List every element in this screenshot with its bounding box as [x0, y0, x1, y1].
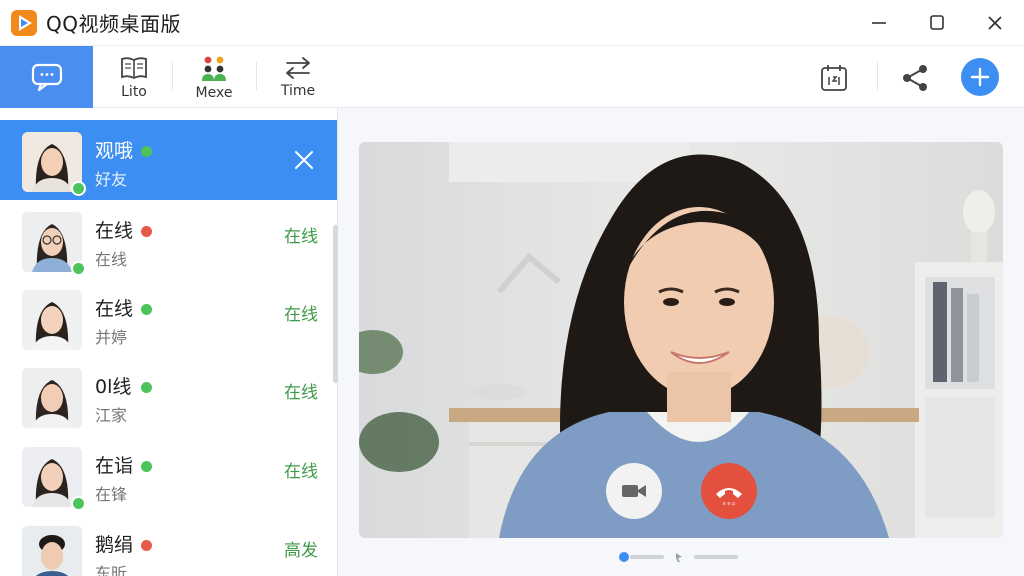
avatar — [22, 290, 82, 350]
contact-name: 在诣 — [95, 455, 134, 477]
contact-status: 在线 — [284, 462, 318, 482]
contact-name: 观哦 — [95, 140, 134, 162]
contact-item[interactable]: 0l线 江家 在线 — [0, 356, 337, 436]
tab-mexe-label: Mexe — [195, 84, 233, 101]
pager-track — [630, 555, 664, 559]
presence-dot — [141, 461, 152, 472]
contact-list: 观哦 好友 在线 在线 在线 在线 并婷 在线 0l线 江家 在线 在诣 在锋 … — [0, 108, 338, 576]
chat-bubble-icon — [31, 63, 62, 92]
hang-up-phone-icon — [716, 488, 742, 498]
contact-status: 在线 — [284, 305, 318, 325]
contact-item[interactable]: 在线 在线 在线 — [0, 200, 337, 280]
main-toolbar: Lito Mexe Time — [0, 46, 1024, 108]
avatar — [22, 368, 82, 428]
remote-video-image — [359, 142, 1003, 538]
cursor-icon — [676, 553, 682, 562]
avatar — [22, 212, 86, 276]
contact-item[interactable]: 在线 并婷 在线 — [0, 278, 337, 358]
tab-lito[interactable]: Lito — [92, 46, 176, 108]
tab-lito-label: Lito — [121, 83, 147, 100]
online-status-dot — [71, 261, 86, 276]
presence-dot — [141, 540, 152, 551]
window-controls — [850, 0, 1024, 46]
title-bar: QQ视频桌面版 — [0, 0, 1024, 46]
pager-track — [694, 555, 738, 559]
contact-name: 鹅绢 — [95, 534, 134, 556]
tab-time-label: Time — [280, 82, 316, 99]
presence-dot — [141, 226, 152, 237]
contact-subtitle: 在锋 — [95, 485, 128, 504]
close-icon[interactable] — [292, 148, 316, 172]
presence-dot — [141, 382, 152, 393]
tab-chat[interactable] — [0, 46, 93, 108]
presence-dot — [141, 304, 152, 315]
contact-name: 在线 — [95, 298, 134, 320]
avatar-woman-icon — [22, 290, 82, 350]
schedule-button[interactable] — [814, 58, 854, 98]
close-icon — [988, 16, 1002, 30]
tab-mexe[interactable]: Mexe — [172, 46, 256, 108]
avatar-man-icon — [22, 526, 82, 576]
toolbar-divider — [877, 62, 878, 90]
toggle-camera-button[interactable] — [606, 463, 662, 519]
contact-subtitle: 在线 — [95, 250, 128, 269]
plus-icon — [970, 67, 990, 87]
share-icon — [903, 65, 927, 91]
people-icon — [202, 56, 226, 81]
add-button[interactable] — [961, 58, 999, 96]
swap-arrows-icon — [286, 56, 310, 79]
contact-item[interactable]: 鹅绢 东昕 高发 — [0, 514, 337, 576]
avatar — [22, 132, 86, 196]
contact-status: 在线 — [284, 227, 318, 247]
calendar-icon — [821, 65, 847, 91]
contact-subtitle: 好友 — [95, 170, 128, 189]
online-status-dot — [71, 496, 86, 511]
share-button[interactable] — [895, 58, 935, 98]
video-feed — [359, 142, 1003, 538]
close-window-button[interactable] — [966, 0, 1024, 46]
minimize-button[interactable] — [850, 0, 908, 46]
window-title: QQ视频桌面版 — [46, 12, 181, 36]
contact-subtitle: 江家 — [95, 406, 128, 425]
end-call-label: e e p — [722, 501, 736, 507]
contact-status: 高发 — [284, 541, 318, 561]
contact-subtitle: 东昕 — [95, 564, 128, 576]
book-icon — [121, 56, 147, 79]
tab-time[interactable]: Time — [256, 46, 340, 108]
avatar-woman-icon — [22, 368, 82, 428]
contact-subtitle: 并婷 — [95, 328, 128, 347]
presence-dot — [141, 146, 152, 157]
qq-video-logo-icon — [11, 9, 37, 36]
video-pager[interactable] — [618, 550, 748, 564]
contact-name: 在线 — [95, 220, 134, 242]
minimize-icon — [872, 22, 886, 24]
avatar — [22, 526, 82, 576]
contact-name: 0l线 — [95, 376, 132, 398]
avatar — [22, 447, 86, 511]
pager-dot-active — [619, 552, 629, 562]
contact-status: 在线 — [284, 383, 318, 403]
video-camera-icon — [622, 485, 646, 497]
end-call-button[interactable]: e e p — [701, 463, 757, 519]
maximize-icon — [930, 15, 944, 30]
maximize-button[interactable] — [908, 0, 966, 46]
online-status-dot — [71, 181, 86, 196]
contact-item[interactable]: 在诣 在锋 在线 — [0, 435, 337, 515]
contact-item[interactable]: 观哦 好友 — [0, 120, 337, 200]
